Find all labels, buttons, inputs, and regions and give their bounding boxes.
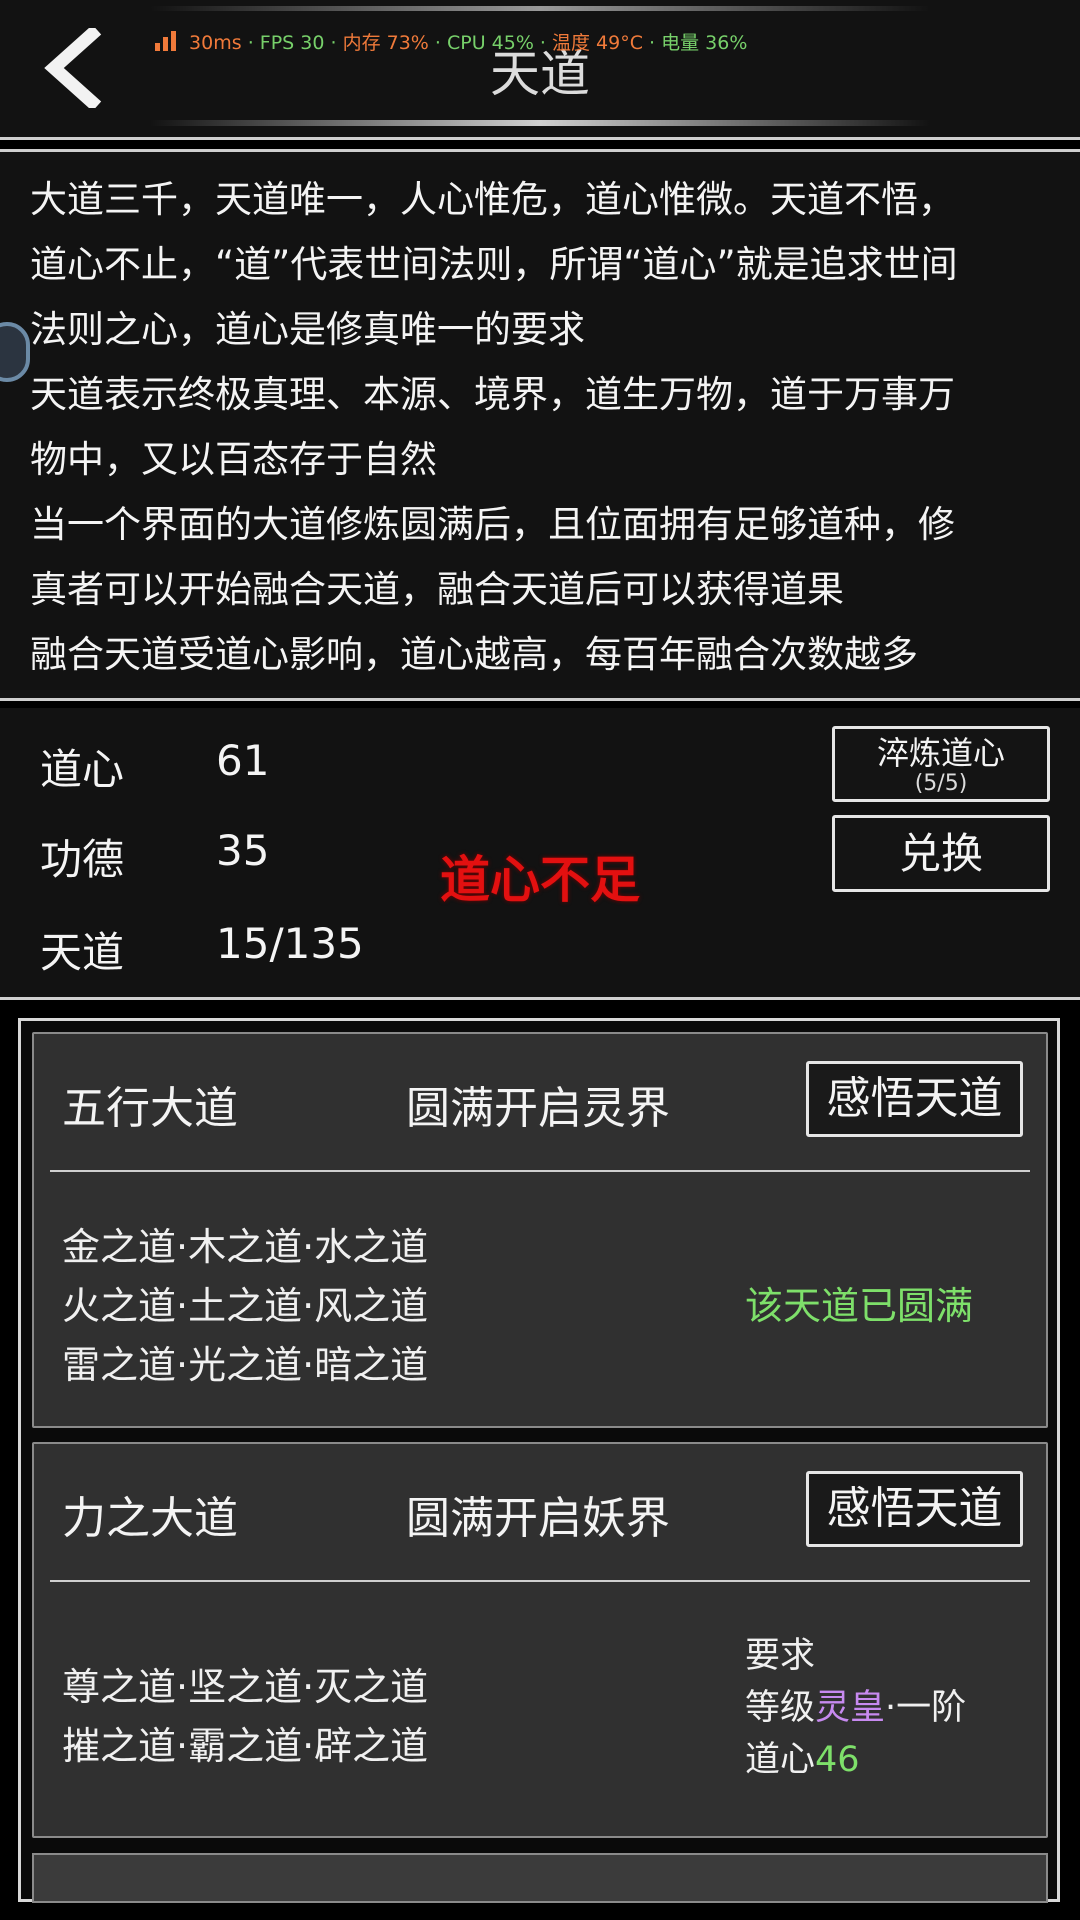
stat-value-tiandao: 15/135 <box>216 919 364 968</box>
requirement-level-prefix: 等级 <box>745 1688 816 1728</box>
dao-path-line: 尊之道·坚之道·灭之道 <box>62 1665 429 1709</box>
exchange-button[interactable]: 兑换 <box>832 815 1050 892</box>
requirement-title: 要求 <box>745 1636 816 1676</box>
perf-overlay: 30ms · FPS 30 · 内存 73% · CPU 45% · 温度 49… <box>155 28 747 55</box>
stat-label-gongde: 功德 <box>40 835 125 884</box>
dao-path-line: 金之道·木之道·水之道 <box>62 1225 429 1269</box>
dao-path-line: 雷之道·光之道·暗之道 <box>62 1343 429 1387</box>
dao-card-name: 力之大道 <box>62 1493 238 1544</box>
header-shine-bottom <box>150 120 930 126</box>
perf-cpu: · CPU 45% · <box>434 32 546 54</box>
signal-bars-icon <box>155 31 177 51</box>
perf-battery: · 电量 36% <box>649 32 748 54</box>
card-divider <box>50 1170 1030 1172</box>
refine-daoxin-count: (5/5) <box>914 771 968 796</box>
stat-value-gongde: 35 <box>216 826 270 875</box>
description-line: 天道表示终极真理、本源、境界，道生万物，道于万事万 <box>30 373 955 416</box>
stat-label-tiandao: 天道 <box>40 928 125 977</box>
requirement-level-name: 灵皇 <box>815 1688 886 1728</box>
perf-memory: 内存 73% <box>342 32 429 54</box>
refine-daoxin-button[interactable]: 淬炼道心 (5/5) <box>832 726 1050 802</box>
comprehend-dao-button[interactable]: 感悟天道 <box>806 1471 1023 1547</box>
requirement-daoxin-value: 46 <box>815 1740 860 1780</box>
dao-path-line: 火之道·土之道·风之道 <box>62 1284 429 1328</box>
description-line: 法则之心，道心是修真唯一的要求 <box>30 308 585 351</box>
stat-label-daoxin: 道心 <box>40 745 125 794</box>
description-line: 物中，又以百态存于自然 <box>30 438 437 481</box>
requirement-daoxin: 道心46 <box>745 1734 966 1786</box>
dao-complete-status: 该天道已圆满 <box>745 1284 974 1328</box>
requirement-level: 等级灵皇·一阶 <box>745 1682 966 1734</box>
dao-card-partial <box>32 1853 1048 1903</box>
card-divider <box>50 1580 1030 1582</box>
dao-card-unlock: 圆满开启妖界 <box>406 1493 670 1544</box>
requirement-level-suffix: ·一阶 <box>885 1688 967 1728</box>
refine-daoxin-label: 淬炼道心 <box>876 734 1005 772</box>
description-line: 融合天道受道心影响，道心越高，每百年融合次数越多 <box>30 633 918 676</box>
insufficient-daoxin-warning: 道心不足 <box>440 851 640 909</box>
dao-card-name: 五行大道 <box>62 1083 238 1134</box>
description-line: 当一个界面的大道修炼圆满后，且位面拥有足够道种，修 <box>30 503 955 546</box>
dao-path-line: 摧之道·霸之道·辟之道 <box>62 1724 429 1768</box>
description-panel: 大道三千，天道唯一，人心惟危，道心惟微。天道不悟， 道心不止，“道”代表世间法则… <box>0 149 1080 701</box>
description-line: 真者可以开始融合天道，融合天道后可以获得道果 <box>30 568 844 611</box>
stat-value-daoxin: 61 <box>216 736 270 785</box>
dao-card-unlock: 圆满开启灵界 <box>406 1083 670 1134</box>
description-line: 大道三千，天道唯一，人心惟危，道心惟微。天道不悟， <box>30 178 955 221</box>
requirement-daoxin-prefix: 道心 <box>745 1740 816 1780</box>
perf-fps: · FPS 30 · <box>247 32 337 54</box>
perf-latency: 30ms <box>189 32 242 54</box>
perf-temp: 温度 49°C <box>552 32 643 54</box>
requirement-block: 要求 等级灵皇·一阶 道心46 <box>745 1630 966 1786</box>
comprehend-dao-button[interactable]: 感悟天道 <box>806 1061 1023 1137</box>
description-line: 道心不止，“道”代表世间法则，所谓“道心”就是追求世间 <box>30 243 958 286</box>
header-shine-top <box>150 6 930 11</box>
